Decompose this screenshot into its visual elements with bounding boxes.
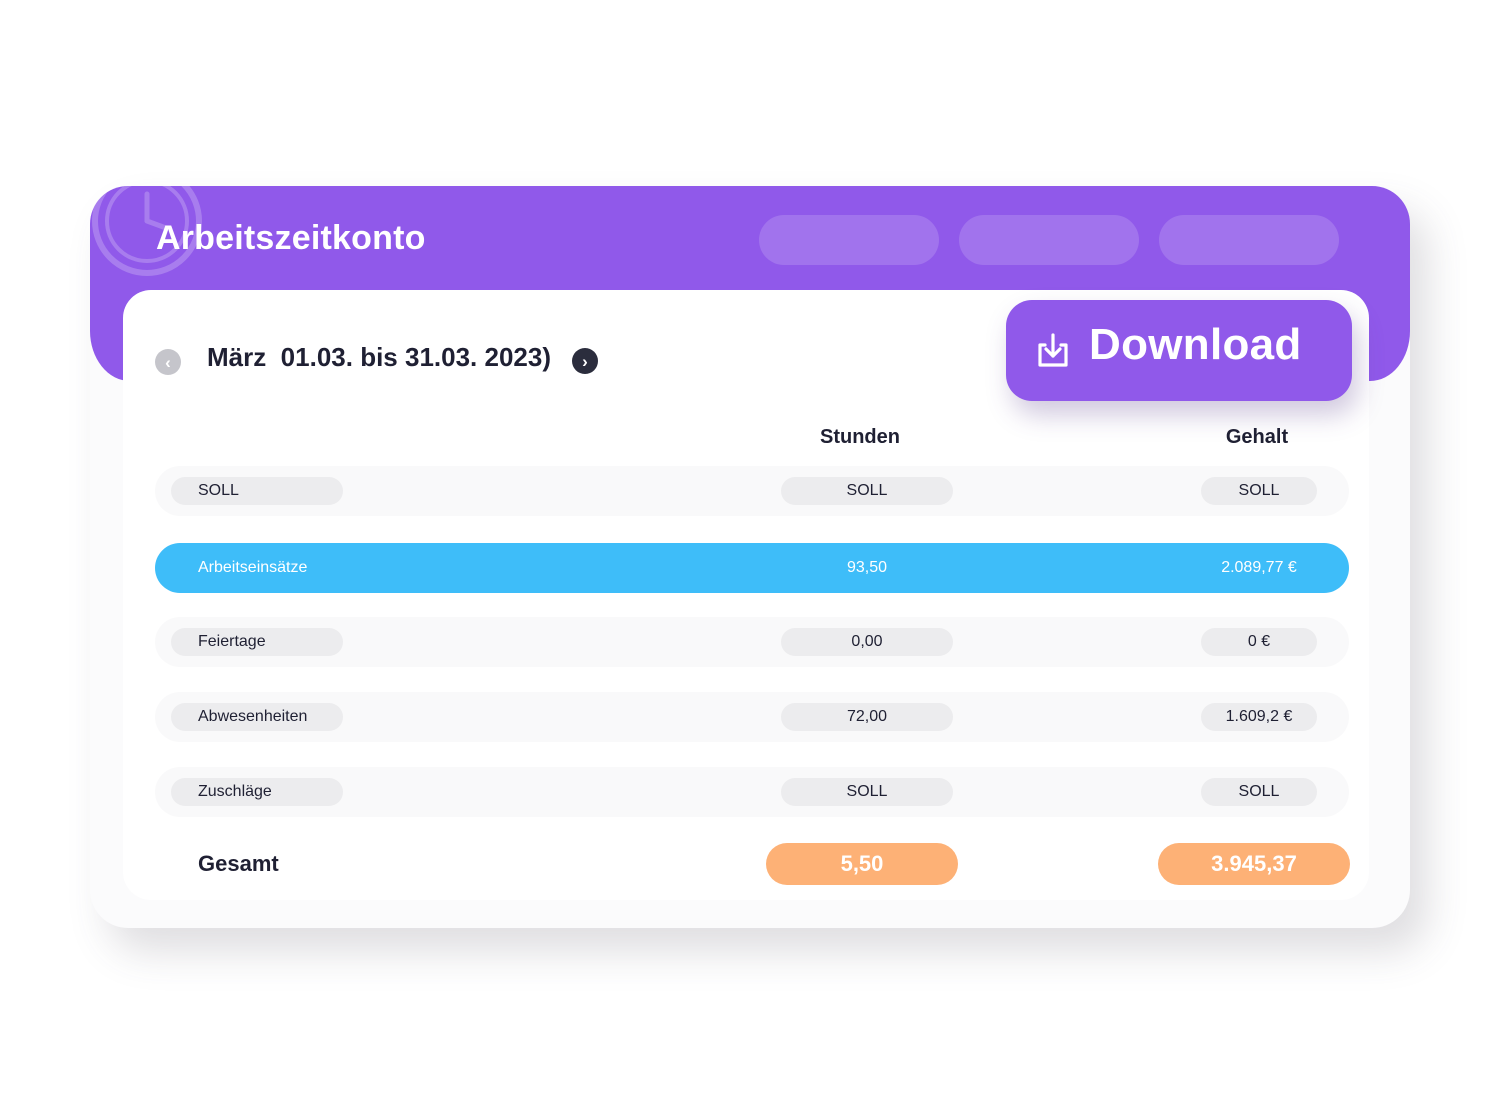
row-hours: SOLL [781, 778, 953, 806]
download-button[interactable]: Download [1006, 300, 1352, 401]
total-salary-badge: 3.945,37 [1158, 843, 1350, 885]
row-salary: 2.089,77 € [1221, 559, 1297, 576]
row-salary: SOLL [1201, 778, 1317, 806]
table-row-selected[interactable]: Arbeitseinsätze 93,50 2.089,77 € [155, 543, 1349, 593]
row-hours: 0,00 [781, 628, 953, 656]
row-salary: 0 € [1201, 628, 1317, 656]
row-salary: 1.609,2 € [1201, 703, 1317, 731]
header-tab-placeholder[interactable] [1159, 215, 1339, 265]
row-label: Zuschläge [171, 778, 343, 806]
column-header-salary: Gehalt [1225, 426, 1289, 448]
chevron-right-icon: › [582, 351, 588, 371]
total-hours-badge: 5,50 [766, 843, 958, 885]
header-tab-placeholder[interactable] [759, 215, 939, 265]
table-row[interactable]: Abwesenheiten 72,00 1.609,2 € [155, 692, 1349, 742]
row-label: Feiertage [171, 628, 343, 656]
row-hours: 72,00 [781, 703, 953, 731]
table-row[interactable]: SOLL SOLL SOLL [155, 466, 1349, 516]
row-label: Abwesenheiten [171, 703, 343, 731]
account-card: Arbeitszeitkonto ‹ März 01.03. bis 31.03… [90, 186, 1410, 928]
header-tab-placeholder[interactable] [959, 215, 1139, 265]
row-salary: SOLL [1201, 477, 1317, 505]
total-label: Gesamt [198, 851, 279, 876]
row-label: SOLL [171, 477, 343, 505]
next-month-button[interactable]: › [572, 348, 598, 374]
period-label: März 01.03. bis 31.03. 2023) [207, 342, 551, 372]
column-header-hours: Stunden [820, 426, 900, 448]
row-label: Arbeitseinsätze [198, 559, 308, 576]
table-row[interactable]: Zuschläge SOLL SOLL [155, 767, 1349, 817]
download-icon [1038, 333, 1068, 367]
row-hours: SOLL [781, 477, 953, 505]
page-title: Arbeitszeitkonto [156, 219, 426, 257]
row-hours: 93,50 [846, 559, 888, 576]
download-button-label: Download [1089, 320, 1302, 369]
chevron-left-icon: ‹ [165, 352, 171, 372]
previous-month-button[interactable]: ‹ [155, 349, 181, 375]
table-row[interactable]: Feiertage 0,00 0 € [155, 617, 1349, 667]
